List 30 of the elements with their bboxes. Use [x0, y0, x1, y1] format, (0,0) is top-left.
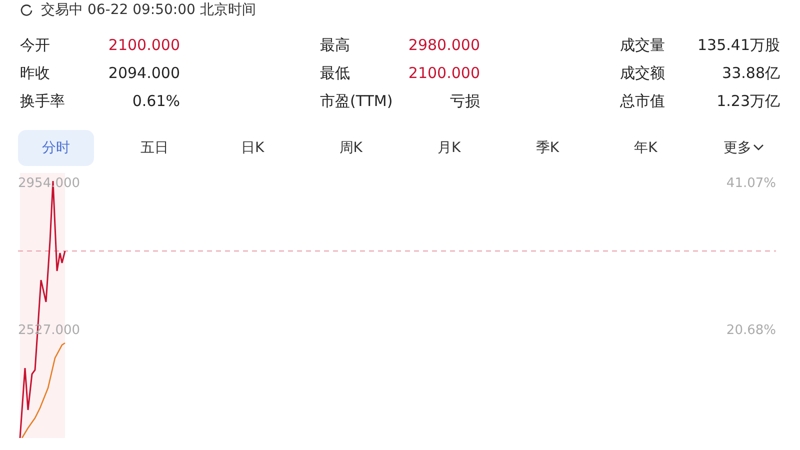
- stat-label: 成交额: [620, 63, 665, 84]
- refresh-icon: [20, 4, 33, 16]
- stat-label: 今开: [20, 35, 50, 56]
- stat-value: 2980.000: [408, 35, 480, 56]
- stat-value: 135.41万股: [698, 35, 780, 56]
- chart-period-tab[interactable]: 年K: [608, 130, 684, 166]
- chart-period-tab[interactable]: 周K: [312, 130, 389, 166]
- percent-axis-label: 41.07%: [726, 176, 776, 192]
- stat-label: 昨收: [20, 63, 50, 84]
- trading-status: 交易中 06-22 09:50:00 北京时间: [41, 1, 256, 20]
- chart-period-tab[interactable]: 更多: [706, 130, 782, 166]
- stat-label: 最高: [320, 35, 350, 56]
- chart-period-tab[interactable]: 分时: [18, 130, 94, 166]
- chart-period-tab[interactable]: 五日: [116, 130, 192, 166]
- chart-period-tab[interactable]: 季K: [509, 130, 586, 166]
- stat-value: 亏损: [450, 91, 480, 112]
- stat-value: 33.88亿: [722, 63, 780, 84]
- stat-label: 总市值: [620, 91, 665, 112]
- stat-value: 1.23万亿: [716, 91, 780, 112]
- chart-period-tab[interactable]: 月K: [411, 130, 488, 166]
- stat-label: 最低: [320, 63, 350, 84]
- percent-axis-label: 20.68%: [726, 323, 776, 339]
- stat-value: 2100.000: [108, 35, 180, 56]
- stat-value: 2094.000: [108, 63, 180, 84]
- stat-label: 成交量: [620, 35, 665, 56]
- chart-period-tab[interactable]: 日K: [214, 130, 291, 166]
- stat-label: 市盈(TTM): [320, 91, 393, 112]
- stat-value: 0.61%: [132, 91, 180, 112]
- stat-label: 换手率: [20, 91, 65, 112]
- stat-value: 2100.000: [408, 63, 480, 84]
